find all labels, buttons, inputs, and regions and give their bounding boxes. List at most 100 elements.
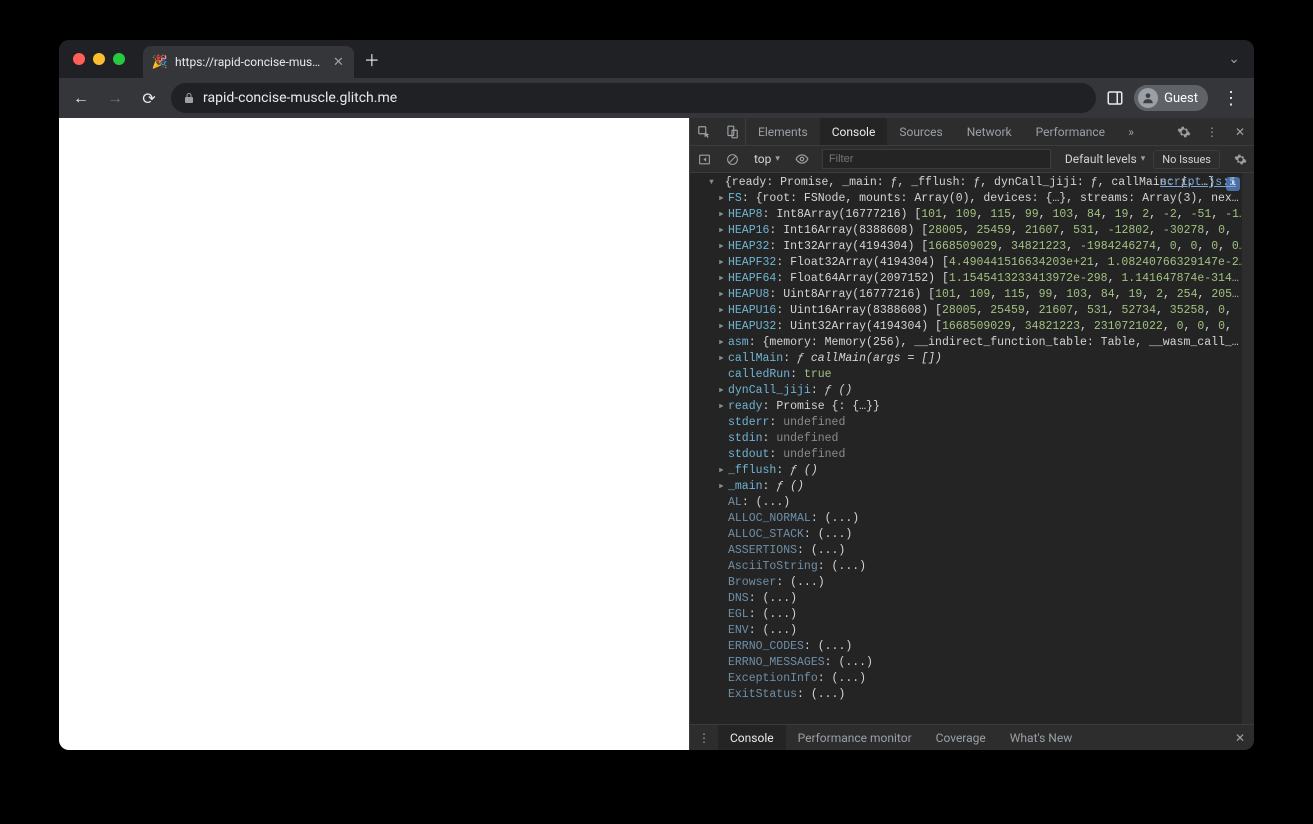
expand-icon[interactable]: ▸ <box>718 207 728 223</box>
object-property-row[interactable]: ▸HEAP8: Int8Array(16777216) [101, 109, 1… <box>696 207 1254 223</box>
page-viewport[interactable] <box>59 118 689 750</box>
object-property-row[interactable]: AL: (...) <box>696 495 1254 511</box>
side-panel-icon[interactable] <box>1106 89 1124 107</box>
object-property-row[interactable]: DNS: (...) <box>696 591 1254 607</box>
object-property-row[interactable]: ▸ready: Promise {: {…}} <box>696 399 1254 415</box>
close-drawer-icon[interactable]: ✕ <box>1226 725 1254 750</box>
maximize-window-button[interactable] <box>113 53 125 65</box>
object-property-row[interactable]: ERRNO_MESSAGES: (...) <box>696 655 1254 671</box>
avatar-icon <box>1138 88 1158 108</box>
live-expression-icon[interactable] <box>788 152 816 166</box>
filter-input[interactable] <box>822 149 1051 169</box>
object-property-row[interactable]: ▸FS: {root: FSNode, mounts: Array(0), de… <box>696 191 1254 207</box>
expand-icon[interactable]: ▸ <box>718 479 728 495</box>
object-property-row[interactable]: ▸HEAPU32: Uint32Array(4194304) [16685090… <box>696 319 1254 335</box>
drawer-tab-performance-monitor[interactable]: Performance monitor <box>786 725 924 750</box>
object-property-row[interactable]: ▸HEAPF64: Float64Array(2097152) [1.15454… <box>696 271 1254 287</box>
object-property-row[interactable]: ALLOC_NORMAL: (...) <box>696 511 1254 527</box>
object-property-row[interactable]: AsciiToString: (...) <box>696 559 1254 575</box>
expand-icon[interactable]: ▸ <box>718 303 728 319</box>
close-devtools-icon[interactable]: ✕ <box>1226 118 1254 145</box>
object-property-row[interactable]: ExceptionInfo: (...) <box>696 671 1254 687</box>
clear-console-icon[interactable] <box>718 153 746 166</box>
more-tabs-icon[interactable]: » <box>1117 118 1145 145</box>
property-key: ready <box>728 400 763 413</box>
profile-chip[interactable]: Guest <box>1134 85 1208 111</box>
close-tab-icon[interactable]: ✕ <box>333 55 344 70</box>
object-property-row[interactable]: ▸dynCall_jiji: ƒ () <box>696 383 1254 399</box>
object-property-row[interactable]: ASSERTIONS: (...) <box>696 543 1254 559</box>
expand-icon[interactable]: ▸ <box>718 319 728 335</box>
expand-icon[interactable]: ▸ <box>718 463 728 479</box>
expand-icon[interactable]: ▾ <box>708 175 718 191</box>
tab-sources[interactable]: Sources <box>887 118 954 145</box>
property-key: Browser <box>728 576 776 589</box>
drawer-tab-console[interactable]: Console <box>718 725 786 750</box>
object-property-row[interactable]: ▸_main: ƒ () <box>696 479 1254 495</box>
object-property-row[interactable]: stdout: undefined <box>696 447 1254 463</box>
object-property-row[interactable]: ▸HEAP16: Int16Array(8388608) [28005, 254… <box>696 223 1254 239</box>
issues-button[interactable]: No Issues <box>1153 150 1220 169</box>
object-property-row[interactable]: Browser: (...) <box>696 575 1254 591</box>
console-settings-icon[interactable] <box>1226 153 1254 166</box>
object-property-row[interactable]: stdin: undefined <box>696 431 1254 447</box>
object-property-row[interactable]: ExitStatus: (...) <box>696 687 1254 703</box>
expand-icon[interactable]: ▸ <box>718 271 728 287</box>
scrollbar[interactable] <box>1242 173 1254 724</box>
settings-icon[interactable] <box>1170 118 1198 145</box>
object-property-row[interactable]: ENV: (...) <box>696 623 1254 639</box>
object-property-row[interactable]: stderr: undefined <box>696 415 1254 431</box>
address-bar[interactable]: rapid-concise-muscle.glitch.me <box>171 83 1096 113</box>
context-label: top <box>754 152 771 166</box>
object-property-row[interactable]: ALLOC_STACK: (...) <box>696 527 1254 543</box>
devtools-menu-icon[interactable]: ⋮ <box>1198 118 1226 145</box>
device-toolbar-icon[interactable] <box>718 118 746 145</box>
object-property-row[interactable]: ▸HEAPF32: Float32Array(4194304) [4.49044… <box>696 255 1254 271</box>
drawer-tab-coverage[interactable]: Coverage <box>924 725 998 750</box>
toggle-sidebar-icon[interactable] <box>690 153 718 166</box>
expand-icon[interactable]: ▸ <box>718 191 728 207</box>
reload-button[interactable]: ⟳ <box>137 89 161 108</box>
minimize-window-button[interactable] <box>93 53 105 65</box>
object-property-row[interactable]: ▸HEAPU16: Uint16Array(8388608) [28005, 2… <box>696 303 1254 319</box>
browser-menu-icon[interactable]: ⋮ <box>1218 88 1244 109</box>
expand-icon[interactable]: ▸ <box>718 287 728 303</box>
inspect-element-icon[interactable] <box>690 118 718 145</box>
object-property-row[interactable]: ▸asm: {memory: Memory(256), __indirect_f… <box>696 335 1254 351</box>
context-selector[interactable]: top▾ <box>746 152 788 166</box>
lock-icon[interactable] <box>183 92 195 104</box>
object-property-row[interactable]: ▸callMain: ƒ callMain(args = []) <box>696 351 1254 367</box>
drawer-menu-icon[interactable]: ⋮ <box>690 725 718 750</box>
object-property-row[interactable]: ERRNO_CODES: (...) <box>696 639 1254 655</box>
property-key: HEAPU8 <box>728 288 769 301</box>
object-property-row[interactable]: calledRun: true <box>696 367 1254 383</box>
object-property-row[interactable]: ▸HEAPU8: Uint8Array(16777216) [101, 109,… <box>696 287 1254 303</box>
content-area: Elements Console Sources Network Perform… <box>59 118 1254 750</box>
forward-button[interactable]: → <box>103 88 127 108</box>
expand-icon[interactable]: ▸ <box>718 383 728 399</box>
expand-icon[interactable]: ▸ <box>718 335 728 351</box>
tab-console[interactable]: Console <box>820 118 888 145</box>
console-output[interactable]: script.js:5 ▾ {ready: Promise, _main: ƒ,… <box>690 173 1254 724</box>
close-window-button[interactable] <box>73 53 85 65</box>
expand-icon[interactable]: ▸ <box>718 399 728 415</box>
object-property-row[interactable]: EGL: (...) <box>696 607 1254 623</box>
source-link[interactable]: script.js:5 <box>1160 175 1236 191</box>
property-key: _main <box>728 480 763 493</box>
object-property-row[interactable]: ▸HEAP32: Int32Array(4194304) [1668509029… <box>696 239 1254 255</box>
tab-network[interactable]: Network <box>955 118 1024 145</box>
expand-icon[interactable]: ▸ <box>718 255 728 271</box>
property-key: HEAPF64 <box>728 272 776 285</box>
tab-elements[interactable]: Elements <box>746 118 820 145</box>
tab-search-icon[interactable]: ⌄ <box>1222 51 1246 67</box>
browser-tab[interactable]: 🎉 https://rapid-concise-muscle.g ✕ <box>143 46 354 78</box>
new-tab-button[interactable]: ＋ <box>364 47 380 71</box>
drawer-tab-whats-new[interactable]: What's New <box>998 725 1084 750</box>
object-property-row[interactable]: ▸_fflush: ƒ () <box>696 463 1254 479</box>
back-button[interactable]: ← <box>69 88 93 108</box>
tab-performance[interactable]: Performance <box>1024 118 1117 145</box>
expand-icon[interactable]: ▸ <box>718 223 728 239</box>
log-levels-selector[interactable]: Default levels▾ <box>1057 152 1153 166</box>
expand-icon[interactable]: ▸ <box>718 351 728 367</box>
expand-icon[interactable]: ▸ <box>718 239 728 255</box>
